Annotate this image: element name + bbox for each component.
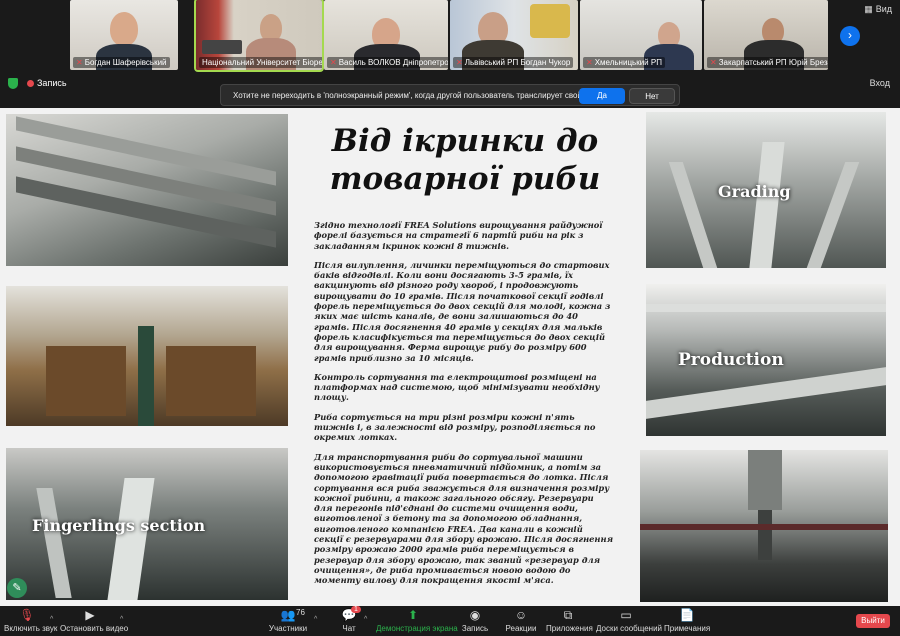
mic-muted-icon: ✕ <box>76 58 83 67</box>
participant-name: ✕ Закарпатський РП Юрій Бреза <box>707 57 828 68</box>
apps-icon: ⧉ <box>563 608 573 622</box>
notes-button[interactable]: 📄 Примечания <box>664 608 710 633</box>
harvest-tank-photo <box>640 450 888 602</box>
participant-name: ✕Василь ВОЛКОВ Дніпропетровс... <box>327 57 448 68</box>
whiteboard-icon: ▭ <box>620 608 632 622</box>
annotate-pencil-button[interactable]: ✎ <box>7 578 27 598</box>
mic-options-caret[interactable]: ^ <box>50 616 53 623</box>
mic-muted-icon: ✕ <box>456 58 463 67</box>
stop-video-button[interactable]: ▶ Остановить видео <box>60 608 128 633</box>
slide-paragraph: Риба сортується на три різні розміри кож… <box>314 411 596 443</box>
slide-paragraph: Після вилуплення, личинки переміщуються … <box>314 259 611 363</box>
apps-button[interactable]: ⧉ Приложения <box>546 608 593 633</box>
meeting-toolbar: 🎙 Включить звук ^ ▶ Остановить видео ^ 👥… <box>0 606 900 636</box>
participants-options-caret[interactable]: ^ <box>314 616 317 623</box>
slide-title: Від ікринки до товарної риби <box>300 122 630 198</box>
participant-tile[interactable]: ✕ Богдан Шаферівський <box>70 0 178 70</box>
video-camera-icon: ▶ <box>85 608 95 622</box>
grading-photo: Grading <box>646 112 886 268</box>
participant-name: ✕ Богдан Шаферівський <box>73 57 170 68</box>
unmute-button[interactable]: 🎙 Включить звук <box>4 608 57 633</box>
mic-muted-icon: ✕ <box>586 58 593 67</box>
participant-tile[interactable]: ✕ Львівський РП Богдан Чукор <box>450 0 578 70</box>
whiteboards-button[interactable]: ▭ Доски сообщений <box>596 608 662 633</box>
leave-meeting-button[interactable]: Выйти <box>856 614 890 628</box>
participants-count: 76 <box>296 608 305 617</box>
zoom-meeting-window: ✕ Богдан Шаферівський Національний Універ… <box>0 0 900 636</box>
production-photo: Production <box>646 284 886 436</box>
exit-fullscreen-button[interactable]: Вход <box>870 78 890 88</box>
shield-icon[interactable] <box>8 78 18 89</box>
participant-tile[interactable]: ✕ Хмельницький РП <box>580 0 702 70</box>
participant-name: Національний Університет Біоресу... <box>199 57 322 68</box>
next-page-button[interactable]: › <box>840 26 860 46</box>
pencil-icon: ✎ <box>12 582 22 594</box>
shared-screen-slide: Fingerlings section Grading Production В… <box>0 108 900 606</box>
chevron-right-icon: › <box>848 28 852 42</box>
participant-tile[interactable]: ✕ Закарпатський РП Юрій Бреза <box>704 0 828 70</box>
raceway-channels-photo <box>6 286 288 426</box>
notes-icon: 📄 <box>679 608 695 622</box>
prompt-no-button[interactable]: Нет <box>629 88 675 104</box>
chat-options-caret[interactable]: ^ <box>364 616 367 623</box>
slide-title-line-1: Від ікринки до <box>331 123 599 159</box>
slide-paragraph: Згідно технології FREA Solutions вирощув… <box>314 220 603 251</box>
reactions-button[interactable]: ☺ Реакции <box>504 608 538 633</box>
slide-paragraph: Контроль сортування та електрощитові роз… <box>314 371 600 403</box>
share-screen-icon: ⬆ <box>407 608 419 622</box>
chat-unread-badge: 1 <box>351 606 361 613</box>
participant-tile-active-speaker[interactable]: Національний Університет Біоресу... <box>194 0 324 72</box>
photo-label-fingerlings: Fingerlings section <box>32 516 206 535</box>
photo-label-production: Production <box>678 350 784 370</box>
mic-muted-icon: ✕ <box>710 58 717 67</box>
record-button[interactable]: ◉ Запись <box>460 608 490 633</box>
share-screen-button[interactable]: ⬆ Демонстрация экрана <box>376 608 458 633</box>
participant-strip: ✕ Богдан Шаферівський Національний Універ… <box>0 0 900 72</box>
emoji-icon: ☺ <box>514 608 528 622</box>
fingerlings-section-photo: Fingerlings section <box>6 448 288 600</box>
view-button[interactable]: ▦ Вид <box>861 4 892 15</box>
mic-muted-icon: ✕ <box>330 58 337 67</box>
photo-label-grading: Grading <box>718 182 791 201</box>
fullscreen-prompt: Хотите не переходить в 'полноэкранный ре… <box>220 84 680 106</box>
recording-dot-icon <box>27 80 34 87</box>
prompt-question: Хотите не переходить в 'полноэкранный ре… <box>233 91 610 100</box>
prompt-yes-button[interactable]: Да <box>579 88 625 104</box>
video-options-caret[interactable]: ^ <box>120 616 123 623</box>
participant-tile[interactable]: ✕Василь ВОЛКОВ Дніпропетровс... <box>324 0 448 70</box>
record-icon: ◉ <box>469 608 481 622</box>
slide-paragraph: Для транспортування риби до сортувальної… <box>314 451 614 586</box>
slide-title-line-2: товарної риби <box>329 161 601 197</box>
recording-label[interactable]: Запись <box>37 78 67 88</box>
grid-view-icon: ▦ <box>864 4 873 14</box>
mic-off-icon: 🎙 <box>19 608 35 622</box>
participant-name: ✕ Львівський РП Богдан Чукор <box>453 57 574 68</box>
slide-body-text: Згідно технології FREA Solutions вирощув… <box>314 220 614 595</box>
fish-tanks-photo <box>6 114 288 266</box>
participant-name: ✕ Хмельницький РП <box>583 57 665 68</box>
